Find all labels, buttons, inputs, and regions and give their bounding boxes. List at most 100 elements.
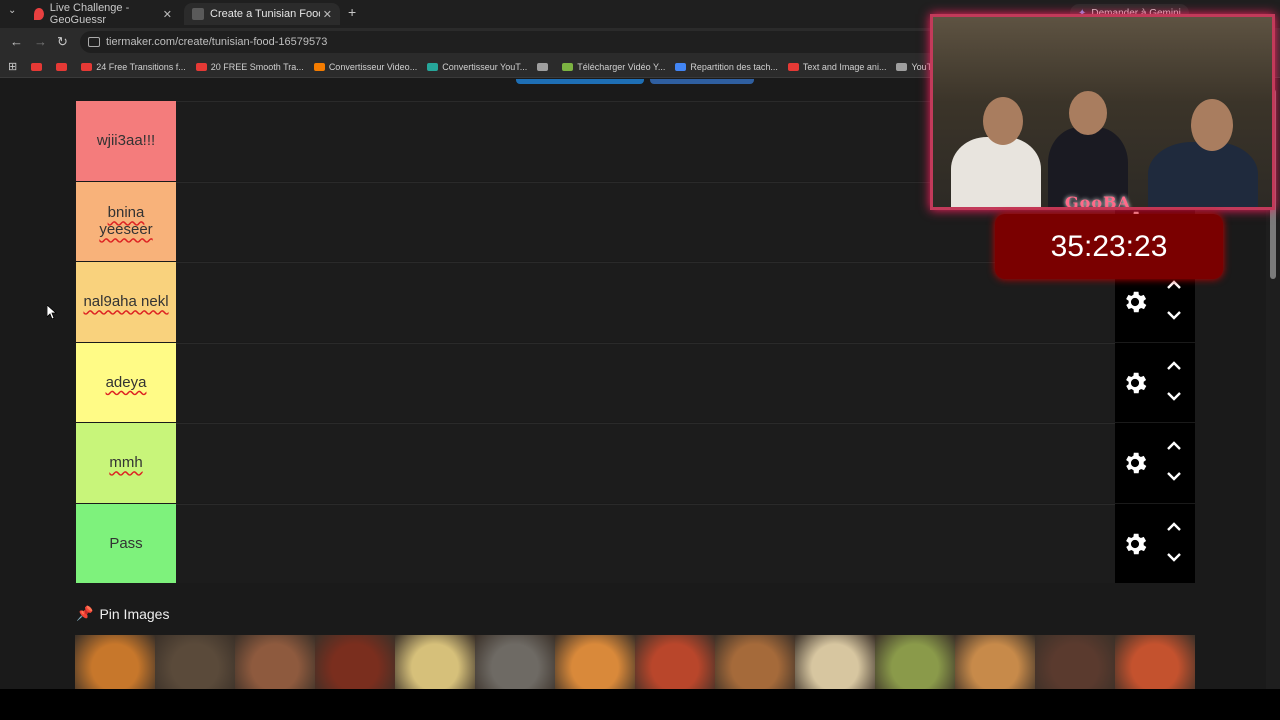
food-image-thumbnail[interactable] [395,635,475,689]
move-tier-down-chevron-icon[interactable] [1165,467,1183,485]
food-image-thumbnail[interactable] [235,635,315,689]
tier-drop-zone[interactable] [176,423,1115,503]
tier-label-text: nal9aha nekl [83,293,169,311]
pin-images-row [75,635,1195,689]
bookmark-label: 20 FREE Smooth Tra... [210,61,304,72]
tier-label[interactable]: nal9aha nekl [76,262,176,342]
food-image-thumbnail[interactable] [315,635,395,689]
site-info-icon[interactable] [88,37,100,47]
bookmark-item[interactable] [537,62,552,72]
tier-label-text: adeya [105,373,147,391]
bookmark-favicon-icon [537,62,549,71]
bookmark-item[interactable]: Télécharger Vidéo Y... [562,62,665,72]
move-tier-down-chevron-icon[interactable] [1165,306,1183,324]
tier-label[interactable]: mmh [76,423,176,503]
bookmark-label: Repartition des tach... [690,61,778,72]
bookmark-item[interactable] [56,62,71,72]
pin-images-title: Pin Images [99,605,170,622]
tier-label-text: mmh [109,454,143,472]
tier-controls [1115,423,1195,503]
move-tier-down-chevron-icon[interactable] [1165,387,1183,405]
bookmark-favicon-icon [562,62,574,71]
tier-drop-zone[interactable] [176,342,1115,422]
reload-icon[interactable]: ↻ [57,34,68,50]
tier-row: adeya [76,342,1195,423]
tier-drop-zone[interactable] [176,262,1115,342]
bookmark-item[interactable]: Repartition des tach... [675,62,778,72]
bookmark-item[interactable]: Convertisseur YouT... [427,62,527,72]
tab-title: Create a Tunisian Food Tier List [210,8,320,20]
new-tab-button[interactable]: + [348,4,356,20]
close-tab-icon[interactable]: ✕ [323,8,332,21]
tier-label[interactable]: bnina yeeseer [76,181,176,261]
person-right-head [1191,99,1233,151]
tier-label-text: Pass [109,534,143,552]
food-image-thumbnail[interactable] [475,635,555,689]
tier-settings-gear-icon[interactable] [1121,449,1149,477]
person-right [1148,142,1258,207]
food-image-thumbnail[interactable] [795,635,875,689]
tier-row: mmh [76,423,1195,504]
food-image-thumbnail[interactable] [555,635,635,689]
bookmark-label: Télécharger Vidéo Y... [577,61,666,72]
food-image-thumbnail[interactable] [715,635,795,689]
bookmark-item[interactable] [31,62,46,72]
food-image-thumbnail[interactable] [75,635,155,689]
url-text: tiermaker.com/create/tunisian-food-16579… [106,36,328,48]
move-tier-up-chevron-icon[interactable] [1165,518,1183,536]
tab-tiermaker[interactable]: Create a Tunisian Food Tier List ✕ [184,3,340,25]
tier-controls [1115,342,1195,422]
food-image-thumbnail[interactable] [955,635,1035,689]
geoguessr-favicon-icon [34,8,44,20]
bookmark-label: Convertisseur Video... [328,61,418,72]
bookmark-item[interactable]: Text and Image ani... [787,62,886,72]
tab-geoguessr[interactable]: Live Challenge - GeoGuessr ✕ [26,2,180,26]
move-tier-down-chevron-icon[interactable] [1165,548,1183,566]
bookmark-favicon-icon [56,62,68,71]
forward-arrow-icon[interactable]: → [34,34,47,49]
bookmark-favicon-icon [195,62,207,71]
tier-label[interactable]: wjii3aa!!! [76,101,176,181]
food-image-thumbnail[interactable] [875,635,955,689]
tier-controls [1115,503,1195,583]
pushpin-icon: 📌 [76,605,94,621]
tier-label[interactable]: Pass [76,503,176,583]
food-image-thumbnail[interactable] [635,635,715,689]
mouse-cursor [46,304,58,320]
bookmark-item[interactable]: 24 Free Transitions f... [81,62,186,72]
tier-label[interactable]: adeya [76,342,176,422]
pin-images-heading: 📌 Pin Images [76,605,169,622]
tier-settings-gear-icon[interactable] [1121,530,1149,558]
tab-search-chevron-icon[interactable]: ⌄ [8,5,16,16]
bookmark-favicon-icon [787,62,799,71]
food-image-thumbnail[interactable] [155,635,235,689]
tier-label-text: bnina yeeseer [99,204,153,239]
bookmark-item[interactable]: Convertisseur Video... [313,61,418,72]
back-arrow-icon[interactable]: ← [10,34,23,49]
food-image-thumbnail[interactable] [1115,635,1195,689]
reset-button-partial[interactable] [650,79,754,84]
apps-grid-icon[interactable]: ⊞ [8,60,17,73]
bookmark-favicon-icon [675,62,687,71]
webcam-overlay: GooBA [930,14,1275,210]
tab-title: Live Challenge - GeoGuessr [49,2,130,26]
bookmark-favicon-icon [427,62,439,71]
move-tier-up-chevron-icon[interactable] [1165,437,1183,455]
move-tier-up-chevron-icon[interactable] [1165,357,1183,375]
tiermaker-favicon-icon [192,8,204,20]
person-middle-head [1069,91,1107,135]
tier-label-text: wjii3aa!!! [96,132,156,150]
close-tab-icon[interactable]: ✕ [163,8,172,21]
food-image-thumbnail[interactable] [1035,635,1115,689]
tier-settings-gear-icon[interactable] [1121,369,1149,397]
bookmark-favicon-icon [31,62,43,71]
bookmark-label: 24 Free Transitions f... [96,61,186,72]
bookmark-label: Convertisseur YouT... [442,61,528,72]
bookmark-favicon-icon [81,62,93,71]
save-button-partial[interactable] [516,79,644,84]
stream-timer: 35:23:23 [995,214,1223,279]
tier-drop-zone[interactable] [176,503,1115,583]
tier-settings-gear-icon[interactable] [1121,288,1149,316]
bookmark-item[interactable]: 20 FREE Smooth Tra... [195,61,304,72]
person-left [951,137,1041,207]
